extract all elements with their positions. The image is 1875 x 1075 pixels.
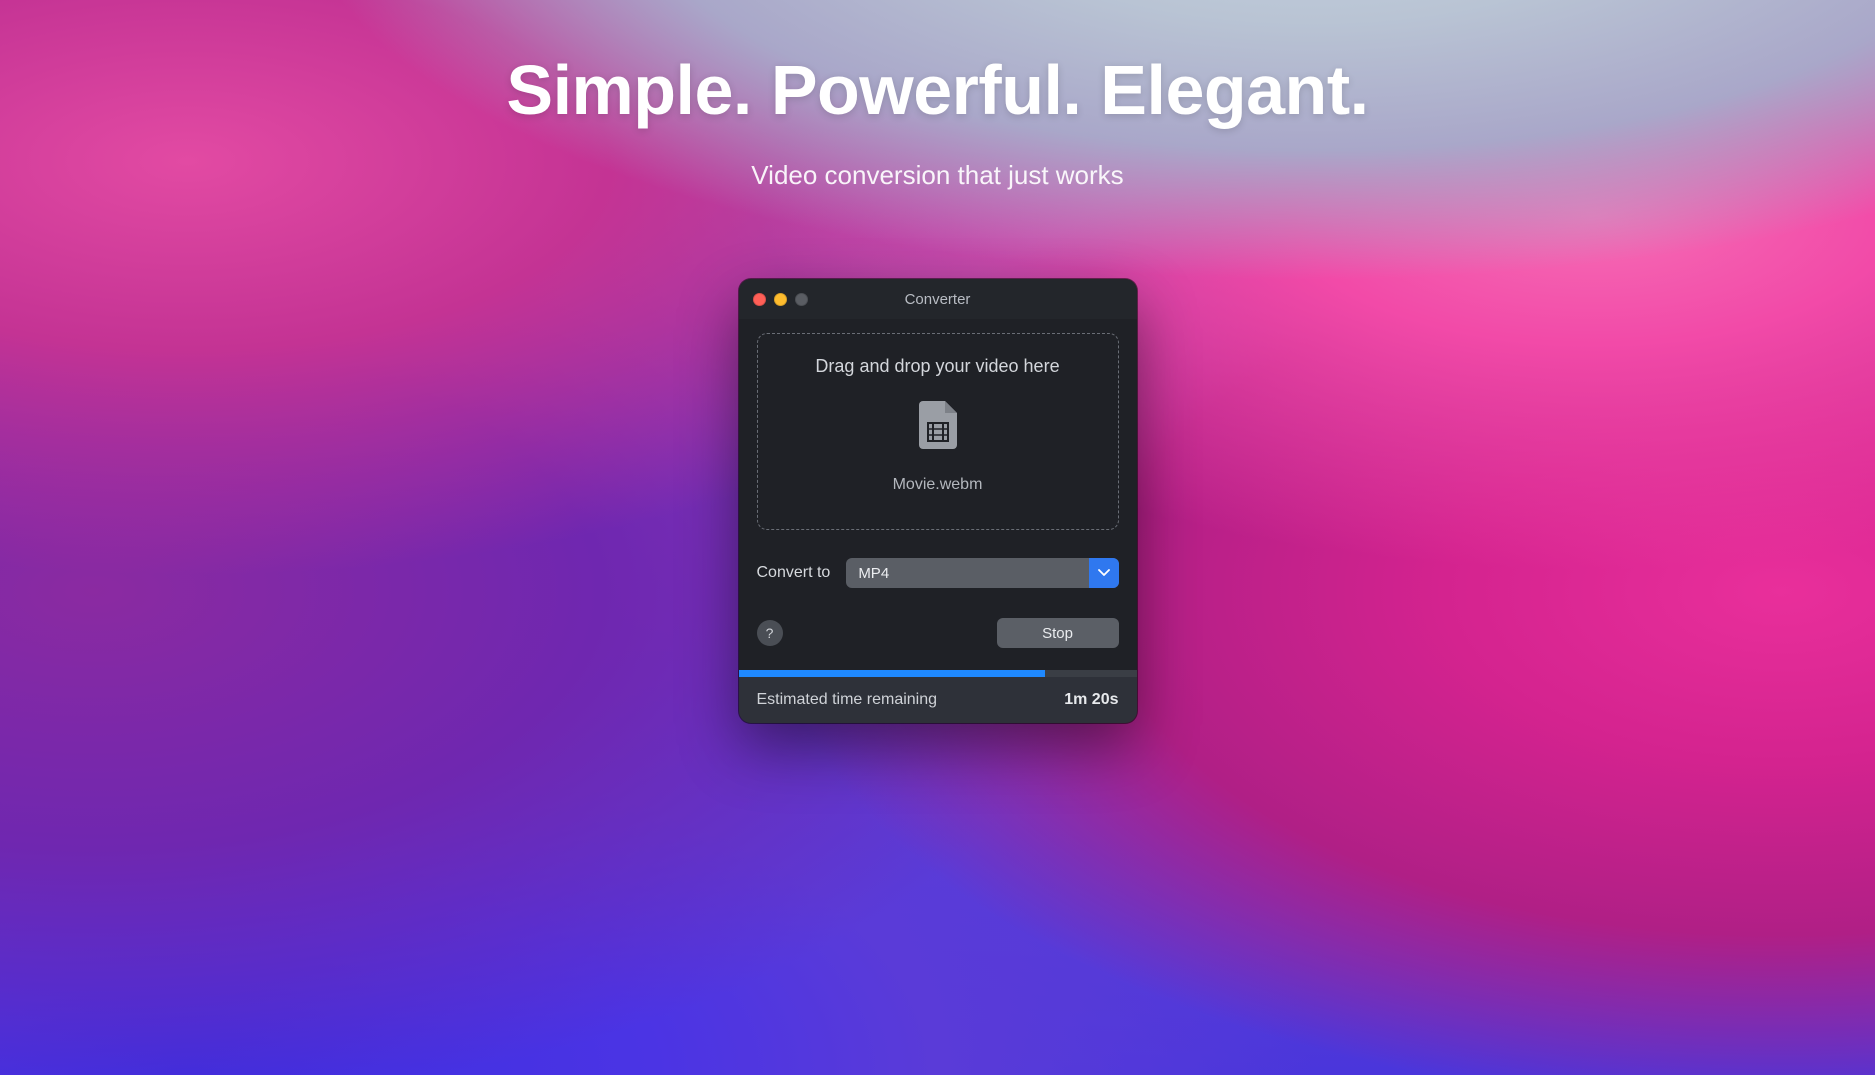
help-icon: ? bbox=[766, 625, 774, 641]
action-row: ? Stop bbox=[757, 618, 1119, 648]
converter-window: Converter Drag and drop your video here … bbox=[739, 279, 1137, 723]
dropped-filename: Movie.webm bbox=[893, 476, 983, 494]
window-titlebar[interactable]: Converter bbox=[739, 279, 1137, 319]
dropzone-prompt: Drag and drop your video here bbox=[815, 356, 1059, 377]
stop-button-label: Stop bbox=[1042, 625, 1073, 642]
convert-to-label: Convert to bbox=[757, 564, 831, 582]
window-title: Converter bbox=[739, 291, 1137, 308]
output-format-select[interactable]: MP4 bbox=[846, 558, 1118, 588]
time-remaining-label: Estimated time remaining bbox=[757, 691, 938, 709]
window-content: Drag and drop your video here Movie.webm… bbox=[739, 319, 1137, 648]
hero-title: Simple. Powerful. Elegant. bbox=[0, 50, 1875, 130]
help-button[interactable]: ? bbox=[757, 620, 783, 646]
time-remaining-value: 1m 20s bbox=[1064, 691, 1118, 709]
progress-bar bbox=[739, 670, 1137, 677]
stop-button[interactable]: Stop bbox=[997, 618, 1119, 648]
hero-subtitle: Video conversion that just works bbox=[0, 160, 1875, 191]
progress-fill bbox=[739, 670, 1045, 677]
window-footer: Estimated time remaining 1m 20s bbox=[739, 677, 1137, 723]
video-file-icon bbox=[919, 401, 957, 454]
convert-row: Convert to MP4 bbox=[757, 558, 1119, 588]
output-format-value: MP4 bbox=[846, 558, 1088, 588]
chevron-down-icon bbox=[1089, 558, 1119, 588]
hero-section: Simple. Powerful. Elegant. Video convers… bbox=[0, 0, 1875, 191]
video-dropzone[interactable]: Drag and drop your video here Movie.webm bbox=[757, 333, 1119, 530]
